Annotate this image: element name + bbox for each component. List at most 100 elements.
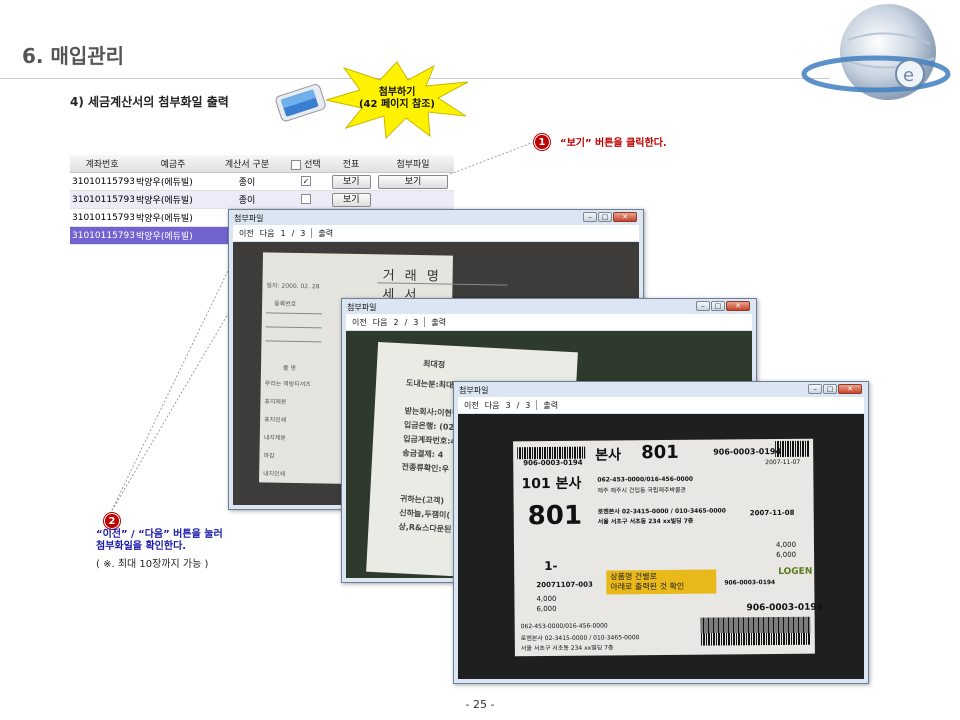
doc-label-item: 품 명: [282, 364, 297, 372]
label-branch: 본사: [595, 447, 622, 464]
doc-line: 신하늘,두잼미(: [399, 508, 451, 520]
col-header-holder: 예금주: [160, 160, 186, 170]
label-receiver-addr-2: 서울 서초구 서초동 234 xx빌딩 7층: [520, 644, 614, 653]
maximize-icon[interactable]: □: [823, 384, 837, 394]
view-slip-button[interactable]: 보기: [332, 174, 371, 189]
attachment-image: 906-0003-0194 본사 801 906-0003-0194 2007-…: [458, 414, 864, 679]
doc-row: 표지인쇄: [264, 416, 287, 424]
doc-rule: [265, 326, 322, 329]
smartphone-icon: [275, 84, 326, 122]
highlight-line-2: 아래로 출력된 것 확인: [610, 581, 685, 592]
cell-account: 310101157930: [72, 212, 134, 223]
cell-account: 310101157930: [72, 176, 134, 187]
label-big-code: 801: [527, 500, 583, 532]
burst-line-2: (42 페이지 참조): [358, 99, 436, 110]
close-icon[interactable]: ✕: [613, 212, 637, 222]
maximize-icon[interactable]: □: [598, 212, 612, 222]
doc-row: 내지제본: [263, 434, 286, 442]
callout-number-2: 2: [104, 513, 120, 529]
window-title: 첨부파일: [459, 386, 489, 395]
callout-2-line-1: “이전” / “다음” 버튼을 눌러: [96, 529, 223, 540]
table-row[interactable]: 310101157930 박양우(에듀빌) 종이 ✓ 보기 보기: [70, 173, 454, 191]
label-fare-3: 4,000: [536, 594, 557, 604]
highlight-tag: 상품명 건별로 아래로 출력된 것 확인: [606, 569, 717, 595]
prev-button[interactable]: 이전: [239, 228, 254, 239]
window-controls: – □ ✕: [808, 384, 862, 394]
prev-button[interactable]: 이전: [464, 400, 479, 411]
print-button[interactable]: 출력: [543, 400, 558, 411]
page-current: 1: [280, 228, 286, 238]
label-track: 906-0003-0194: [724, 579, 776, 587]
print-button[interactable]: 출력: [431, 317, 446, 328]
minimize-icon[interactable]: –: [808, 384, 822, 394]
callout-2-line-2: 첨부화일을 확인한다.: [96, 541, 187, 552]
next-button[interactable]: 다음: [260, 228, 275, 239]
page-separator: /: [404, 317, 408, 327]
cell-holder: 박양우(에듀빌): [136, 178, 193, 188]
grid-header-row: 계좌번호 예금주 계산서 구분 선택 전표 첨부파일: [70, 155, 454, 173]
callout-2-note: ( ※. 최대 10장까지 가능 ): [96, 559, 209, 570]
window-toolbar: 이전 다음 1 / 3 출력: [233, 225, 639, 241]
row-checkbox[interactable]: [301, 194, 311, 205]
cell-type: 종이: [238, 178, 256, 188]
col-header-account: 계좌번호: [85, 160, 119, 170]
label-item: 1-: [544, 558, 558, 574]
next-button[interactable]: 다음: [485, 400, 500, 411]
select-all-checkbox[interactable]: [291, 159, 302, 170]
close-icon[interactable]: ✕: [726, 301, 750, 311]
page-number: - 25 -: [465, 698, 495, 711]
view-slip-button[interactable]: 보기: [332, 192, 371, 207]
doc-row: 마감: [263, 452, 275, 460]
cell-select: [282, 194, 330, 205]
toolbar-divider: [424, 317, 426, 327]
col-header-select-label: 선택: [304, 160, 321, 170]
page-total: 3: [525, 400, 531, 410]
page-current: 3: [505, 400, 511, 410]
maximize-icon[interactable]: □: [711, 301, 725, 311]
label-receiver-addr: 서울 서초구 서초동 234 xx빌딩 7층: [597, 517, 694, 526]
burst-line-1: 첨부하기: [378, 87, 416, 98]
barcode-icon: [775, 440, 810, 458]
doc-row: 우리는 역방티셔츠: [264, 380, 311, 389]
col-header-attach: 첨부파일: [396, 160, 430, 170]
doc-line: 도내는분:최대: [405, 378, 454, 390]
barcode-icon: [700, 616, 811, 646]
page-separator: /: [516, 400, 520, 410]
doc-row: 내지인쇄: [263, 470, 286, 478]
page-current: 2: [393, 317, 399, 327]
view-attachment-button[interactable]: 보기: [377, 174, 449, 189]
doc-line: 전종류확인:우: [401, 462, 450, 474]
next-button[interactable]: 다음: [373, 317, 388, 328]
doc-line: 상,R&스다운된: [398, 522, 452, 535]
cell-account: 310101157930: [72, 194, 134, 205]
col-header-type: 계산서 구분: [224, 160, 270, 170]
minimize-icon[interactable]: –: [583, 212, 597, 222]
doc-row: 표지제본: [264, 398, 287, 406]
cell-type: 종이: [238, 196, 256, 206]
minimize-icon[interactable]: –: [696, 301, 710, 311]
attachment-window-3: 첨부파일 – □ ✕ 이전 다음 3 / 3 출력 906-0003-0194 …: [453, 381, 869, 684]
close-icon[interactable]: ✕: [838, 384, 862, 394]
row-checkbox[interactable]: ✓: [301, 176, 311, 187]
doc-line: 입금계좌번호:4: [402, 434, 457, 447]
cell-slip: 보기: [330, 174, 372, 189]
col-header-select[interactable]: 선택: [282, 157, 330, 170]
table-row[interactable]: 310101157930 박양우(에듀빌) 종이 보기: [70, 191, 454, 209]
window-title: 첨부파일: [234, 214, 264, 223]
label-tracking-date: 20071107-003: [536, 580, 593, 590]
cell-holder: 박양우(에듀빌): [136, 214, 193, 224]
barcode-icon: [517, 446, 586, 460]
print-button[interactable]: 출력: [318, 228, 333, 239]
label-route: 101 본사: [521, 475, 582, 493]
page-total: 3: [413, 317, 419, 327]
page-total: 3: [300, 228, 306, 238]
doc-line: 귀하는(고객): [399, 494, 445, 506]
label-code: 801: [641, 441, 679, 464]
label-sender-addr: 제주 제주시 건입동 국립제주박물관: [597, 486, 687, 495]
toolbar-divider: [536, 400, 538, 410]
cell-account: 310101157930: [72, 230, 134, 241]
prev-button[interactable]: 이전: [352, 317, 367, 328]
section-title: 4) 세금계산서의 첨부화일 출력: [70, 95, 229, 109]
doc-date: 일자: 2000. 02. 28: [266, 282, 320, 291]
toolbar-divider: [311, 228, 313, 238]
